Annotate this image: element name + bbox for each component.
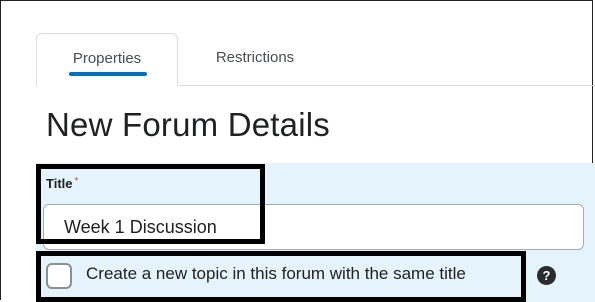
tab-restrictions[interactable]: Restrictions [178,33,332,85]
title-highlight-box [36,164,265,244]
tab-restrictions-label: Restrictions [215,49,295,66]
tab-properties[interactable]: Properties [36,33,178,86]
tab-properties-label: Properties [72,50,142,67]
page-title: New Forum Details [46,106,330,143]
tab-bar: Properties Restrictions [36,33,595,86]
checkbox-highlight-box [36,251,526,302]
active-tab-indicator [69,72,147,76]
help-icon[interactable]: ? [537,266,556,285]
